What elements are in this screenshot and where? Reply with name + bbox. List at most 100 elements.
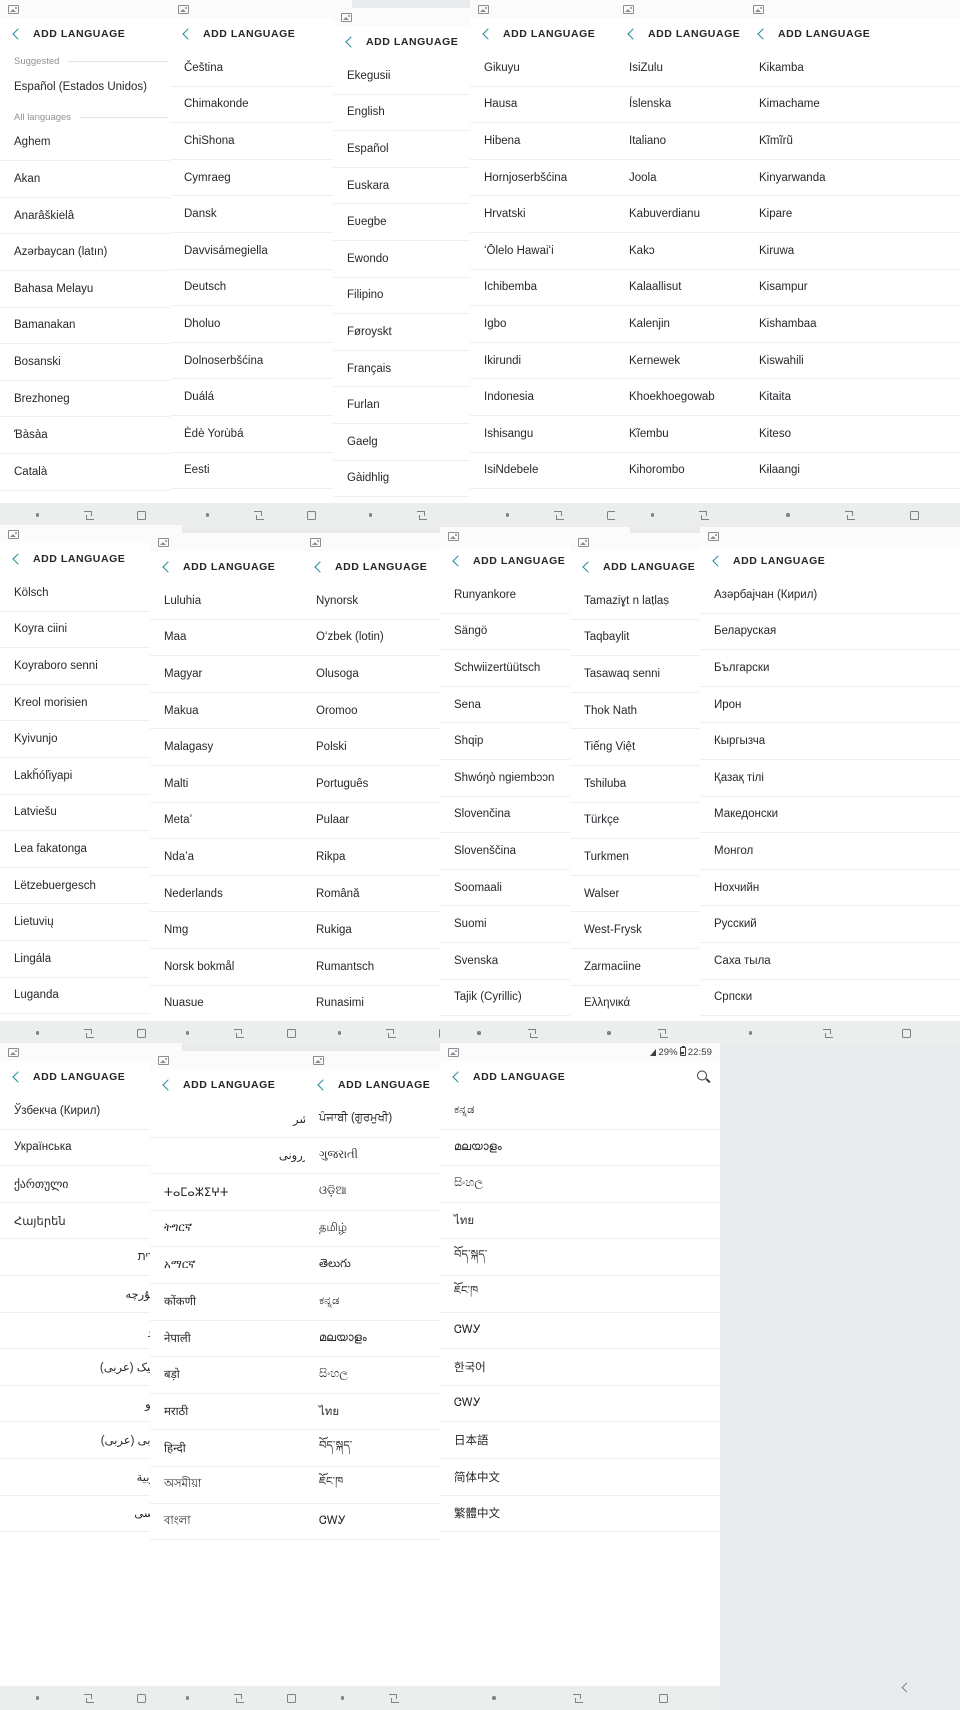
language-list-item[interactable]: Азәрбајчан (Кирил) [700,577,960,614]
recents-square-icon[interactable] [307,510,317,520]
language-list-item[interactable]: Саха тыла [700,943,960,980]
language-list-item[interactable]: Anarâškielâ [0,198,182,235]
recents-dot-icon[interactable] [650,513,655,517]
language-list-item[interactable]: Eesti [170,453,352,490]
language-list-item[interactable]: Deutsch [170,270,352,307]
language-list-item[interactable]: Bamanakan [0,308,182,345]
home-back-icon[interactable] [253,510,264,521]
recents-dot-icon[interactable] [185,1031,190,1035]
language-list-item[interactable]: ཇོང་ཁ [440,1276,720,1313]
recents-dot-icon[interactable] [337,1031,342,1035]
language-list-item[interactable]: ᏣᎳᎩ [440,1313,720,1350]
home-back-icon[interactable] [572,1693,583,1704]
recents-dot-icon[interactable] [35,513,40,517]
back-chevron-icon[interactable] [10,1071,23,1084]
back-chevron-icon[interactable] [755,28,768,41]
back-chevron-icon[interactable] [450,1071,463,1084]
back-chevron-icon[interactable] [450,555,463,568]
home-back-icon[interactable] [388,1693,399,1704]
search-icon[interactable] [697,1070,710,1084]
language-list-item[interactable]: Монгол [700,833,960,870]
home-back-icon[interactable] [657,1028,668,1039]
language-list-item[interactable]: ไทย [440,1203,720,1240]
language-list[interactable]: Азәрбајчан (Кирил) Беларуская Български Иро… [700,577,960,1021]
language-list-item[interactable]: Қазақ тілі [700,760,960,797]
language-list-item[interactable]: Kishambaa [745,306,960,343]
home-back-icon[interactable] [553,510,564,521]
language-list-item[interactable]: Bosanski [0,344,182,381]
language-list-item[interactable]: ᏣᎳᎩ [440,1386,720,1423]
language-list-item[interactable]: Èdè Yorùbá [170,416,352,453]
recents-square-icon[interactable] [137,510,147,520]
language-list-item[interactable]: ಕನ್ನಡ [440,1093,720,1130]
back-chevron-icon[interactable] [10,553,23,566]
language-list-item[interactable]: മലയാളം [440,1130,720,1167]
recents-square-icon[interactable] [137,1028,147,1038]
recents-dot-icon[interactable] [786,513,790,517]
back-chevron-icon[interactable] [160,1079,173,1092]
language-list-item[interactable]: 简体中文 [440,1459,720,1496]
language-list-item[interactable]: Кыргызча [700,723,960,760]
language-list-item[interactable]: Español (Estados Unidos) [0,69,182,106]
recents-dot-icon[interactable] [35,1031,40,1035]
language-list-item[interactable]: Dolnoserbšćina [170,343,352,380]
language-list-item[interactable]: Српски [700,980,960,1017]
home-back-icon[interactable] [83,1028,94,1039]
language-list-item[interactable]: Kitaita [745,379,960,416]
back-chevron-icon[interactable] [312,561,325,574]
back-chevron-icon[interactable] [10,28,23,41]
recents-dot-icon[interactable] [505,513,510,517]
home-back-icon[interactable] [844,510,856,521]
recents-square-icon[interactable] [658,1693,668,1703]
home-back-icon[interactable] [233,1028,244,1039]
language-list-item[interactable]: Македонски [700,797,960,834]
language-list-item[interactable]: Duálá [170,379,352,416]
language-list-item[interactable]: 한국어 [440,1349,720,1386]
language-list-item[interactable]: Kiteso [745,416,960,453]
back-chevron-icon[interactable] [580,561,593,574]
recents-dot-icon[interactable] [477,1031,481,1035]
back-chevron-icon[interactable] [343,36,356,49]
language-list-item[interactable]: Bahasa Melayu [0,271,182,308]
language-list-item[interactable]: Català [0,454,182,491]
back-chevron-icon[interactable] [480,28,493,41]
language-list-item[interactable]: Ирон [700,687,960,724]
home-back-icon[interactable] [385,1028,396,1039]
language-list-item[interactable]: Kisampur [745,270,960,307]
back-chevron-icon[interactable] [160,561,173,574]
recents-square-icon[interactable] [287,1693,297,1703]
language-list-item[interactable]: Davvisámegiella [170,233,352,270]
language-list-item[interactable]: Cymraeg [170,160,352,197]
recents-dot-icon[interactable] [368,513,373,517]
home-back-icon[interactable] [83,510,94,521]
back-chevron-icon[interactable] [180,28,193,41]
language-list-item[interactable]: Български [700,650,960,687]
language-list-item[interactable]: Azərbaycan (latın) [0,234,182,271]
language-list-item[interactable]: Kiswahili [745,343,960,380]
language-list-item[interactable]: 日本語 [440,1422,720,1459]
language-list-item[interactable]: Dansk [170,196,352,233]
language-list[interactable]: Kikamba Kimachame Kĩmĩrũ Kinyarwanda Kipare K… [745,50,960,503]
recents-square-icon[interactable] [287,1028,297,1038]
language-list-item[interactable]: Kĩmĩrũ [745,123,960,160]
home-back-icon[interactable] [416,510,427,521]
language-list-item[interactable]: བོད་སྐད་ [440,1239,720,1276]
language-list-item[interactable]: Akan [0,161,182,198]
language-list[interactable]: ಕನ್ನಡ മലയാളം සිංහල ไทย བོད་སྐད་ ཇོང་ཁ ᏣᎳᎩ 한국어 ᏣᎳ… [440,1093,720,1686]
language-list-item[interactable]: Kipare [745,196,960,233]
language-list-item[interactable]: Čeština [170,50,352,87]
language-list[interactable]: Suggested Español (Estados Unidos) All lan… [0,50,182,503]
language-list-item[interactable]: Kɨlaangi [745,453,960,490]
home-back-icon[interactable] [822,1028,833,1039]
language-list-item[interactable]: Kimachame [745,87,960,124]
recents-square-icon[interactable] [902,1028,912,1038]
back-chevron-icon[interactable] [315,1079,328,1092]
back-chevron-icon[interactable] [625,28,638,41]
home-back-icon[interactable] [527,1028,538,1039]
language-list-item[interactable]: සිංහල [440,1166,720,1203]
language-list-item[interactable]: Kinyarwanda [745,160,960,197]
home-back-icon[interactable] [83,1693,94,1704]
language-list-item[interactable]: Aghem [0,125,182,162]
language-list-item[interactable]: 繁體中文 [440,1496,720,1533]
language-list[interactable]: Čeština Chimakonde ChiShona Cymraeg Dansk Dav… [170,50,352,503]
